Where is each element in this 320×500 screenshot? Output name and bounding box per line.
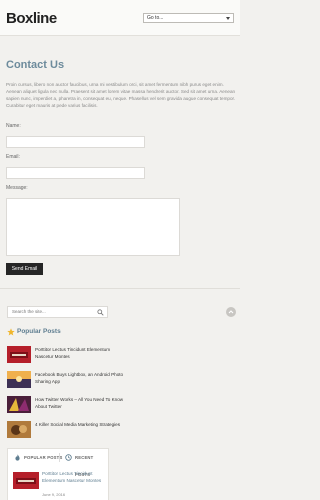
post-title[interactable]: Porttitor Lectus Tincidunt Elementum Nas… bbox=[35, 347, 127, 360]
page-title: Contact Us bbox=[6, 59, 65, 71]
star-icon bbox=[7, 328, 15, 336]
popular-post-item[interactable]: 4 Killer Social Media Marketing Strategi… bbox=[7, 421, 127, 439]
post-title[interactable]: How Twitter Works – All You Need To Know… bbox=[35, 397, 127, 410]
name-label: Name: bbox=[6, 123, 21, 129]
section-divider bbox=[0, 288, 240, 289]
name-field[interactable] bbox=[6, 136, 145, 148]
search-placeholder: Search the site... bbox=[12, 309, 46, 314]
recent-post-title[interactable]: Porttitor Lectus Tincidunt Elementum Nas… bbox=[42, 471, 106, 484]
popular-posts-title: Popular Posts bbox=[17, 328, 61, 335]
email-field[interactable] bbox=[6, 167, 145, 179]
intro-text: Proin cursus, libero non auctor faucibus… bbox=[6, 82, 236, 108]
popular-post-item[interactable]: Facebook Buys Lightbox, an Android Photo… bbox=[7, 371, 127, 389]
post-thumbnail[interactable] bbox=[13, 472, 39, 489]
popular-post-item[interactable]: Porttitor Lectus Tincidunt Elementum Nas… bbox=[7, 346, 127, 364]
popular-post-item[interactable]: How Twitter Works – All You Need To Know… bbox=[7, 396, 127, 414]
search-input[interactable]: Search the site... bbox=[7, 306, 108, 318]
site-logo[interactable]: Boxline bbox=[6, 10, 57, 27]
post-thumbnail[interactable] bbox=[7, 346, 31, 363]
chevron-down-icon bbox=[226, 17, 230, 20]
post-thumbnail[interactable] bbox=[7, 371, 31, 388]
tab-recent-posts[interactable]: RECENT POSTS bbox=[59, 449, 108, 477]
arrow-up-icon bbox=[228, 310, 234, 314]
send-email-button[interactable]: Send Email bbox=[6, 263, 43, 275]
post-title[interactable]: Facebook Buys Lightbox, an Android Photo… bbox=[35, 372, 127, 385]
recent-post-date: June 9, 2016 bbox=[42, 492, 66, 497]
post-thumbnail[interactable] bbox=[7, 396, 31, 413]
nav-select[interactable]: Go to... bbox=[143, 13, 234, 23]
search-icon[interactable] bbox=[97, 309, 104, 316]
message-field[interactable] bbox=[6, 198, 180, 256]
main-content: Contact Us Proin cursus, libero non auct… bbox=[0, 36, 240, 296]
nav-select-value: Go to... bbox=[147, 15, 164, 21]
email-label: Email: bbox=[6, 154, 20, 160]
message-label: Message: bbox=[6, 185, 28, 191]
post-title[interactable]: 4 Killer Social Media Marketing Strategi… bbox=[35, 422, 127, 429]
post-thumbnail[interactable] bbox=[7, 421, 31, 438]
posts-tabs-widget: POPULAR POSTS RECENT POSTS Porttitor Lec… bbox=[7, 448, 109, 500]
tab-popular-posts[interactable]: POPULAR POSTS bbox=[8, 449, 62, 466]
scroll-to-top-button[interactable] bbox=[226, 307, 236, 317]
site-header: Boxline Go to... bbox=[0, 0, 240, 36]
